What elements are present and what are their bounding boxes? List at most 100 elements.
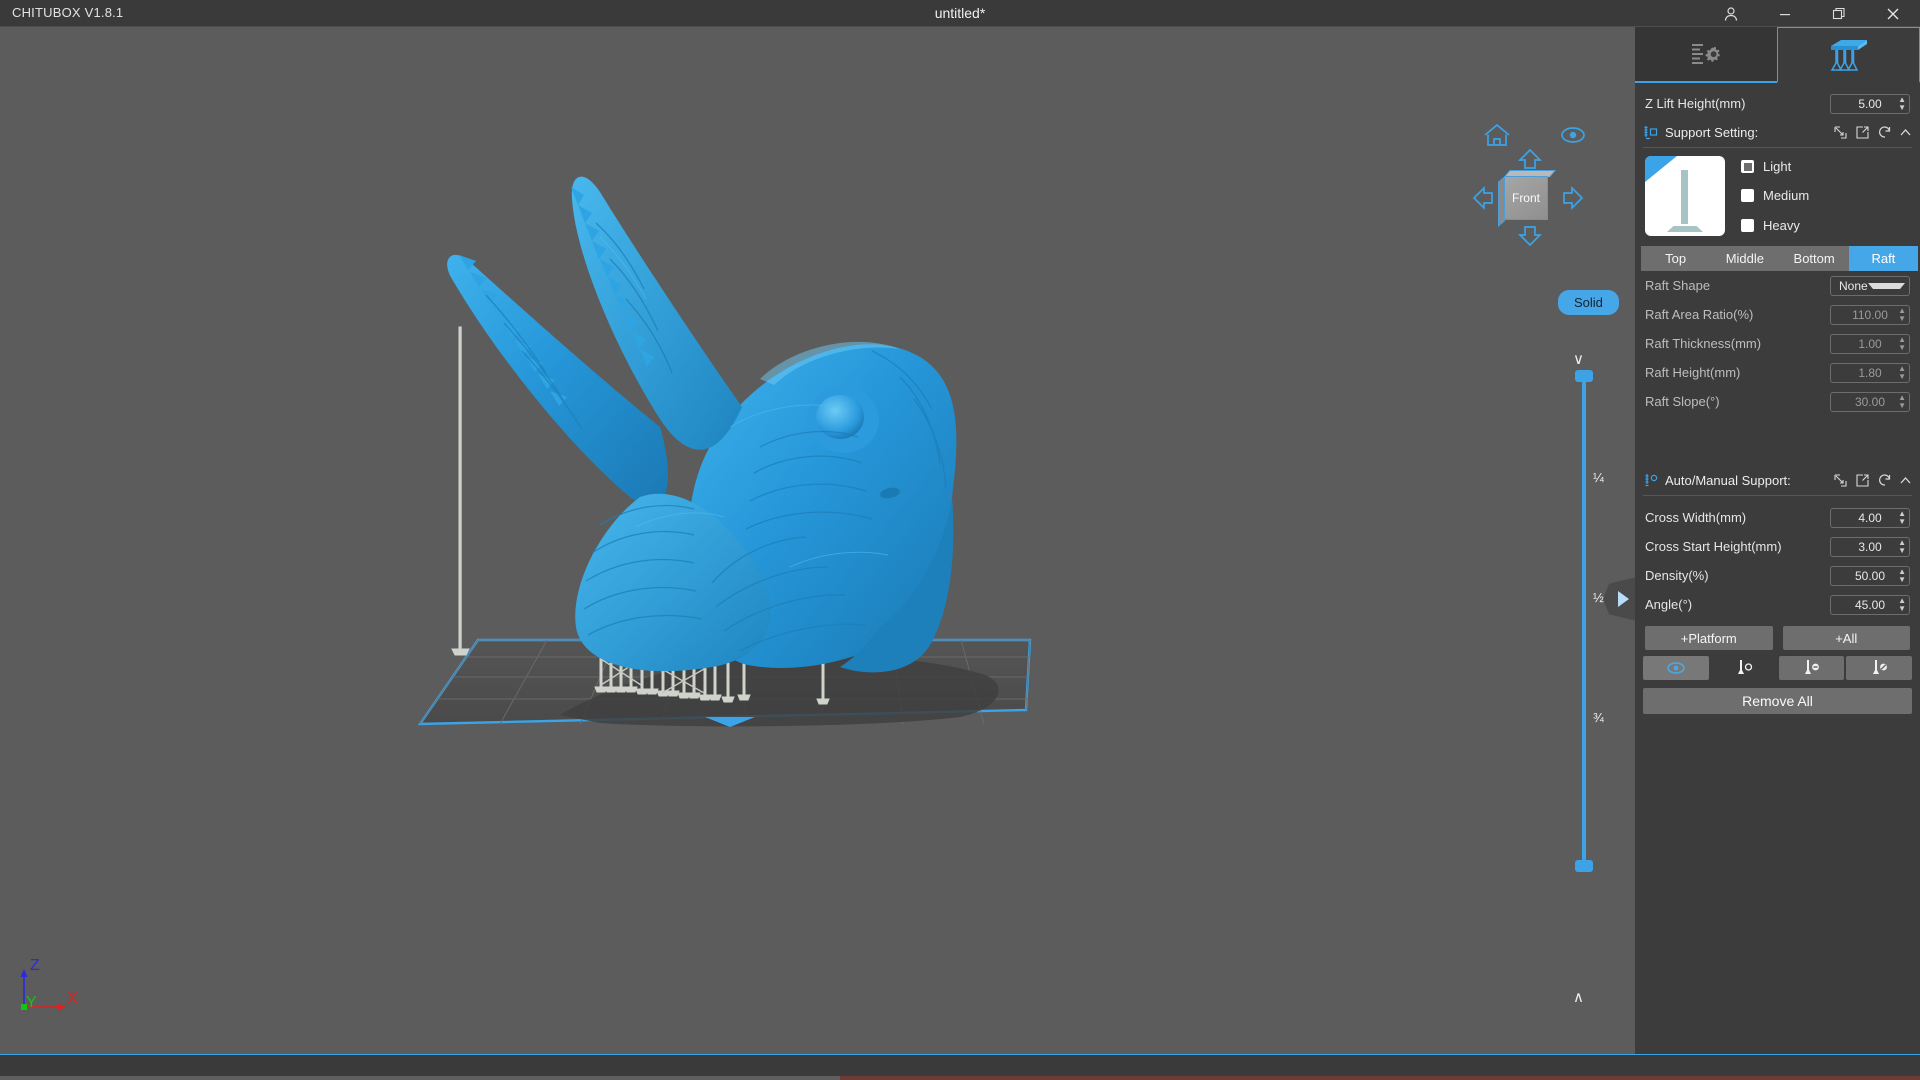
chevron-down-icon bbox=[1867, 282, 1905, 289]
close-icon[interactable] bbox=[1866, 0, 1920, 27]
raft-height-label: Raft Height(mm) bbox=[1645, 365, 1741, 380]
tab-top[interactable]: Top bbox=[1641, 246, 1711, 271]
add-support-icon[interactable] bbox=[1710, 656, 1777, 680]
svg-text:X: X bbox=[67, 990, 78, 1007]
raft-thickness-row: Raft Thickness(mm) 1.00 ▲ ▼ bbox=[1635, 329, 1920, 358]
tab-bottom[interactable]: Bottom bbox=[1779, 246, 1849, 271]
model-mesh bbox=[447, 176, 957, 673]
z-lift-stepper[interactable]: ▲ ▼ bbox=[1898, 95, 1906, 112]
cross-width-input[interactable]: 4.00 ▲ ▼ bbox=[1830, 507, 1910, 528]
angle-label: Angle(°) bbox=[1645, 597, 1693, 612]
import-icon[interactable] bbox=[1833, 473, 1848, 488]
support-preset-medium[interactable]: Medium bbox=[1741, 188, 1809, 203]
layer-slider[interactable]: ∨ ¼ ½ ¾ ∧ bbox=[1560, 350, 1630, 1006]
axis-gizmo: Z Y X bbox=[14, 957, 84, 1027]
support-settings-panel: Z Lift Height(mm) 5.00 ▲ ▼ Support Settin… bbox=[1635, 27, 1920, 1054]
cross-start-height-input[interactable]: 3.00 ▲ ▼ bbox=[1830, 536, 1910, 557]
raft-thickness-stepper[interactable]: ▲ ▼ bbox=[1898, 335, 1906, 352]
disable-support-icon[interactable] bbox=[1846, 656, 1912, 680]
minimize-icon[interactable] bbox=[1758, 0, 1812, 27]
arrow-down-icon[interactable] bbox=[1517, 225, 1543, 252]
density-input[interactable]: 50.00 ▲ ▼ bbox=[1830, 565, 1910, 586]
label-light: Light bbox=[1763, 159, 1792, 175]
auto-manual-fields: Cross Width(mm) 4.00 ▲ ▼ Cross Start Heig… bbox=[1635, 500, 1920, 619]
import-icon[interactable] bbox=[1833, 125, 1848, 140]
arrow-right-icon[interactable] bbox=[1562, 185, 1584, 216]
raft-shape-label: Raft Shape bbox=[1645, 278, 1711, 293]
chevron-down-icon[interactable]: ∨ bbox=[1573, 350, 1584, 368]
raft-slope-stepper[interactable]: ▲ ▼ bbox=[1898, 393, 1906, 410]
raft-slope-row: Raft Slope(°) 30.00 ▲ ▼ bbox=[1635, 387, 1920, 416]
remove-all-button[interactable]: Remove All bbox=[1643, 688, 1912, 714]
restore-icon[interactable] bbox=[1812, 0, 1866, 27]
tab-middle[interactable]: Middle bbox=[1710, 246, 1780, 271]
density-stepper[interactable]: ▲ ▼ bbox=[1898, 567, 1906, 584]
collapse-chevron-icon[interactable] bbox=[1899, 126, 1912, 139]
settings-sliders-icon bbox=[1691, 44, 1720, 64]
status-bar bbox=[0, 1054, 1920, 1080]
raft-thickness-label: Raft Thickness(mm) bbox=[1645, 336, 1762, 351]
document-title: untitled* bbox=[934, 5, 986, 21]
divider bbox=[1643, 147, 1912, 148]
cross-width-label: Cross Width(mm) bbox=[1645, 510, 1747, 525]
checkbox-light[interactable] bbox=[1741, 160, 1754, 174]
user-icon[interactable] bbox=[1704, 0, 1758, 27]
progress-fill bbox=[840, 1076, 1920, 1080]
reset-icon[interactable] bbox=[1877, 473, 1892, 488]
support-section-tabs: Top Middle Bottom Raft bbox=[1641, 246, 1918, 271]
checkbox-medium[interactable] bbox=[1741, 189, 1754, 203]
add-all-button[interactable]: +All bbox=[1782, 626, 1910, 650]
tab-raft[interactable]: Raft bbox=[1848, 246, 1918, 271]
eye-icon[interactable] bbox=[1560, 126, 1586, 149]
auto-manual-support-title: Auto/Manual Support: bbox=[1665, 472, 1791, 488]
checkbox-heavy[interactable] bbox=[1741, 218, 1754, 232]
render-mode-button[interactable]: Solid bbox=[1558, 290, 1619, 315]
support-ruler-icon bbox=[1643, 125, 1658, 140]
arrow-left-icon[interactable] bbox=[1472, 185, 1494, 216]
z-lift-row: Z Lift Height(mm) 5.00 ▲ ▼ bbox=[1635, 89, 1920, 118]
angle-row: Angle(°) 45.00 ▲ ▼ bbox=[1635, 590, 1920, 619]
export-icon[interactable] bbox=[1855, 473, 1870, 488]
slider-track[interactable] bbox=[1582, 376, 1586, 871]
add-support-buttons: +Platform +All bbox=[1635, 619, 1920, 652]
slider-handle-bottom[interactable] bbox=[1575, 860, 1593, 872]
angle-input[interactable]: 45.00 ▲ ▼ bbox=[1830, 594, 1910, 615]
raft-height-input[interactable]: 1.80 ▲ ▼ bbox=[1830, 362, 1910, 383]
raft-area-ratio-input[interactable]: 110.00 ▲ ▼ bbox=[1830, 304, 1910, 325]
support-preset-heavy[interactable]: Heavy bbox=[1741, 218, 1809, 233]
raft-area-ratio-stepper[interactable]: ▲ ▼ bbox=[1898, 306, 1906, 323]
support-preset-light[interactable]: Light bbox=[1741, 159, 1809, 174]
raft-thickness-input[interactable]: 1.00 ▲ ▼ bbox=[1830, 333, 1910, 354]
reset-icon[interactable] bbox=[1877, 125, 1892, 140]
chevron-up-icon[interactable]: ∧ bbox=[1573, 988, 1584, 1006]
slider-tick-half: ½ bbox=[1593, 590, 1604, 605]
tab-print-settings[interactable] bbox=[1635, 27, 1777, 83]
raft-height-stepper[interactable]: ▲ ▼ bbox=[1898, 364, 1906, 381]
cross-start-height-stepper[interactable]: ▲ ▼ bbox=[1898, 538, 1906, 555]
z-lift-input[interactable]: 5.00 ▲ ▼ bbox=[1830, 93, 1910, 114]
divider bbox=[1643, 495, 1912, 496]
collapse-chevron-icon[interactable] bbox=[1899, 474, 1912, 487]
cube-front-face[interactable]: Front bbox=[1504, 176, 1548, 220]
raft-area-ratio-row: Raft Area Ratio(%) 110.00 ▲ ▼ bbox=[1635, 300, 1920, 329]
home-icon[interactable] bbox=[1482, 122, 1512, 153]
triangle-right-icon bbox=[1617, 591, 1629, 607]
raft-height-row: Raft Height(mm) 1.80 ▲ ▼ bbox=[1635, 358, 1920, 387]
add-platform-button[interactable]: +Platform bbox=[1645, 626, 1773, 650]
export-icon[interactable] bbox=[1855, 125, 1870, 140]
tab-supports[interactable] bbox=[1776, 27, 1920, 83]
raft-shape-value: None bbox=[1839, 278, 1868, 293]
slider-handle-top[interactable] bbox=[1575, 370, 1593, 382]
raft-shape-select[interactable]: None bbox=[1830, 275, 1910, 296]
show-supports-icon[interactable] bbox=[1643, 656, 1709, 680]
support-preview-thumbnail bbox=[1645, 156, 1725, 236]
delete-support-icon[interactable] bbox=[1778, 656, 1845, 680]
svg-text:Y: Y bbox=[26, 994, 37, 1011]
support-point-icon bbox=[1643, 473, 1658, 488]
raft-slope-input[interactable]: 30.00 ▲ ▼ bbox=[1830, 391, 1910, 412]
angle-stepper[interactable]: ▲ ▼ bbox=[1898, 596, 1906, 613]
cross-width-stepper[interactable]: ▲ ▼ bbox=[1898, 509, 1906, 526]
view-navigation-cube[interactable]: Front bbox=[1460, 122, 1600, 252]
raft-slope-label: Raft Slope(°) bbox=[1645, 394, 1720, 409]
viewport-3d[interactable]: Front Solid ∨ ¼ ½ ¾ ∧ Z Y X bbox=[0, 27, 1920, 1054]
